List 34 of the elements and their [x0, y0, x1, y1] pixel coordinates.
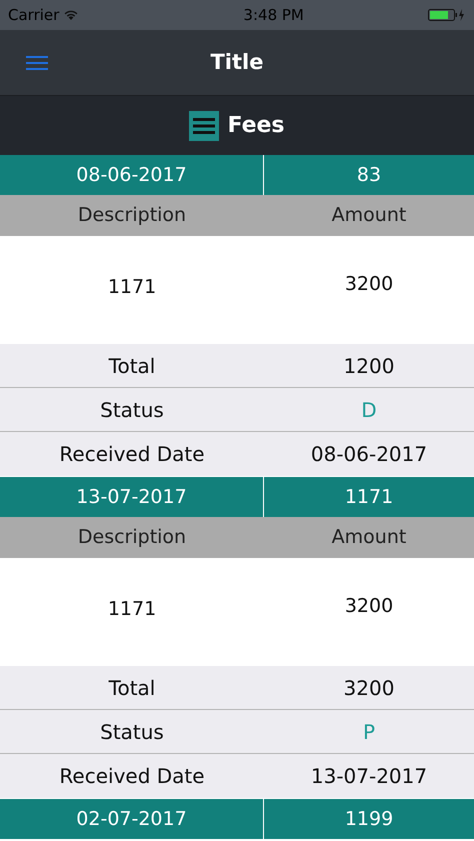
- table-cell-text: 3200: [344, 272, 394, 297]
- status-value: D: [361, 396, 377, 424]
- summary-label: Total: [108, 674, 156, 702]
- wifi-icon: [63, 9, 80, 21]
- status-value: P: [362, 718, 376, 746]
- summary-value: 13-07-2017: [310, 763, 428, 790]
- column-header: Amount: [332, 525, 406, 550]
- summary-value: 3200: [344, 674, 394, 702]
- summary-label: Total: [108, 352, 156, 380]
- summary-label: Status: [100, 396, 164, 424]
- column-header: Amount: [332, 203, 406, 228]
- clock-time: 3:48 PM: [243, 4, 304, 26]
- fee-date: 02-07-2017: [76, 806, 187, 832]
- table-cell-text: 3200: [344, 594, 394, 619]
- fee-number: 83: [356, 162, 382, 188]
- fee-date: 08-06-2017: [76, 162, 187, 188]
- summary-value: 1200: [344, 352, 394, 380]
- summary-value: 08-06-2017: [310, 441, 428, 468]
- menu-icon[interactable]: [26, 55, 48, 71]
- fee-number: 1171: [344, 484, 394, 510]
- list-icon: [189, 110, 220, 140]
- column-header: Description: [78, 525, 186, 550]
- fee-number: 1199: [344, 806, 394, 832]
- column-header: Description: [78, 203, 186, 228]
- section-title: Fees: [227, 112, 285, 140]
- summary-label: Received Date: [59, 441, 205, 468]
- summary-label: Status: [100, 718, 164, 746]
- nav-title: Title: [210, 48, 264, 76]
- table-cell-text: 1171: [108, 596, 156, 622]
- table-cell-text: 1171: [108, 274, 156, 300]
- carrier-label: Carrier: [8, 4, 60, 26]
- battery-icon: [428, 8, 466, 22]
- fee-date: 13-07-2017: [76, 484, 187, 510]
- summary-label: Received Date: [59, 763, 205, 790]
